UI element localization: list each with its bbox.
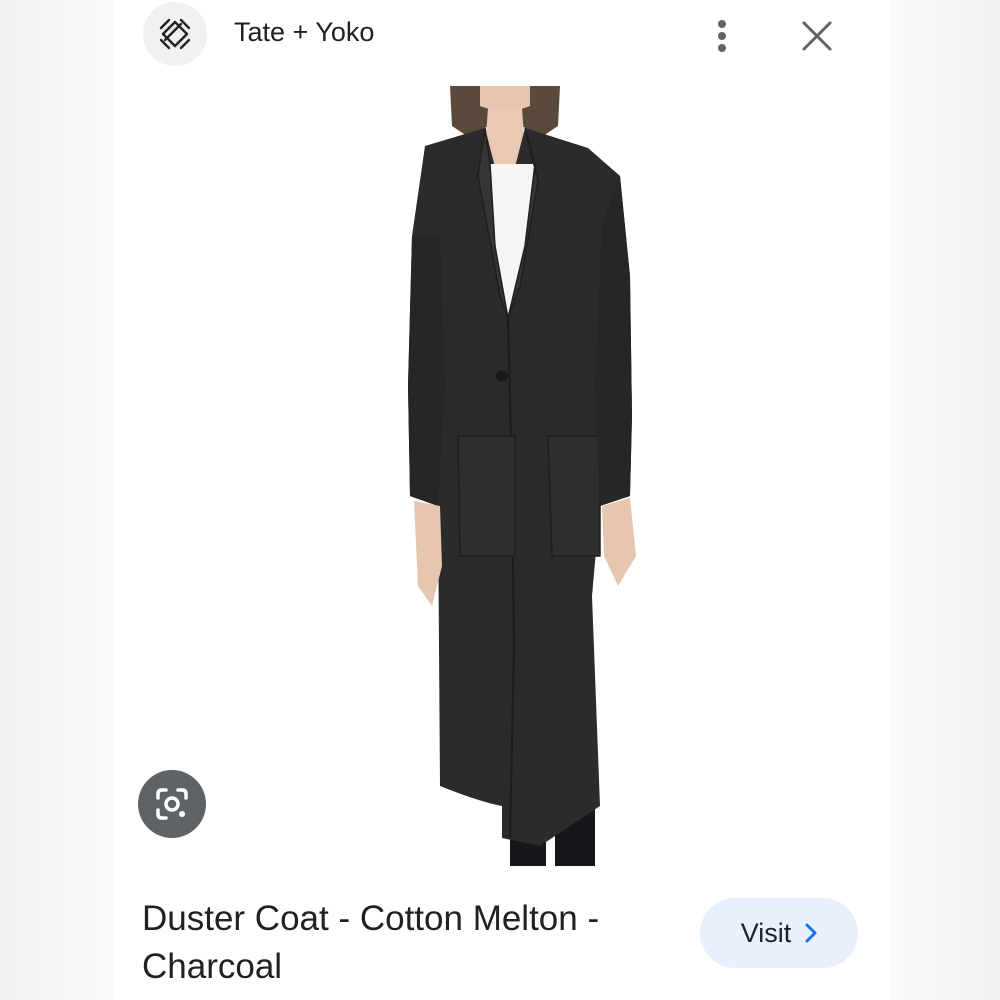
product-title[interactable]: Duster Coat - Cotton Melton - Charcoal (142, 895, 662, 991)
left-backdrop (0, 0, 115, 1000)
visit-label: Visit (740, 917, 792, 948)
close-icon (802, 21, 832, 51)
close-button[interactable] (795, 14, 839, 58)
more-vert-icon (718, 20, 726, 52)
right-backdrop (890, 0, 1000, 1000)
preview-header: Tate + Yoko (115, 0, 890, 80)
image-preview-card: Tate + Yoko Duster Coat - Cotton Melton … (115, 0, 890, 1000)
google-lens-icon (156, 788, 188, 820)
chevron-right-icon (805, 923, 817, 943)
visit-button[interactable]: Visit (700, 898, 858, 968)
product-image[interactable] (330, 86, 680, 866)
site-name[interactable]: Tate + Yoko (234, 17, 374, 48)
tate-yoko-logo-icon[interactable] (143, 2, 207, 66)
more-options-button[interactable] (703, 14, 741, 58)
visual-search-button[interactable] (138, 770, 206, 838)
